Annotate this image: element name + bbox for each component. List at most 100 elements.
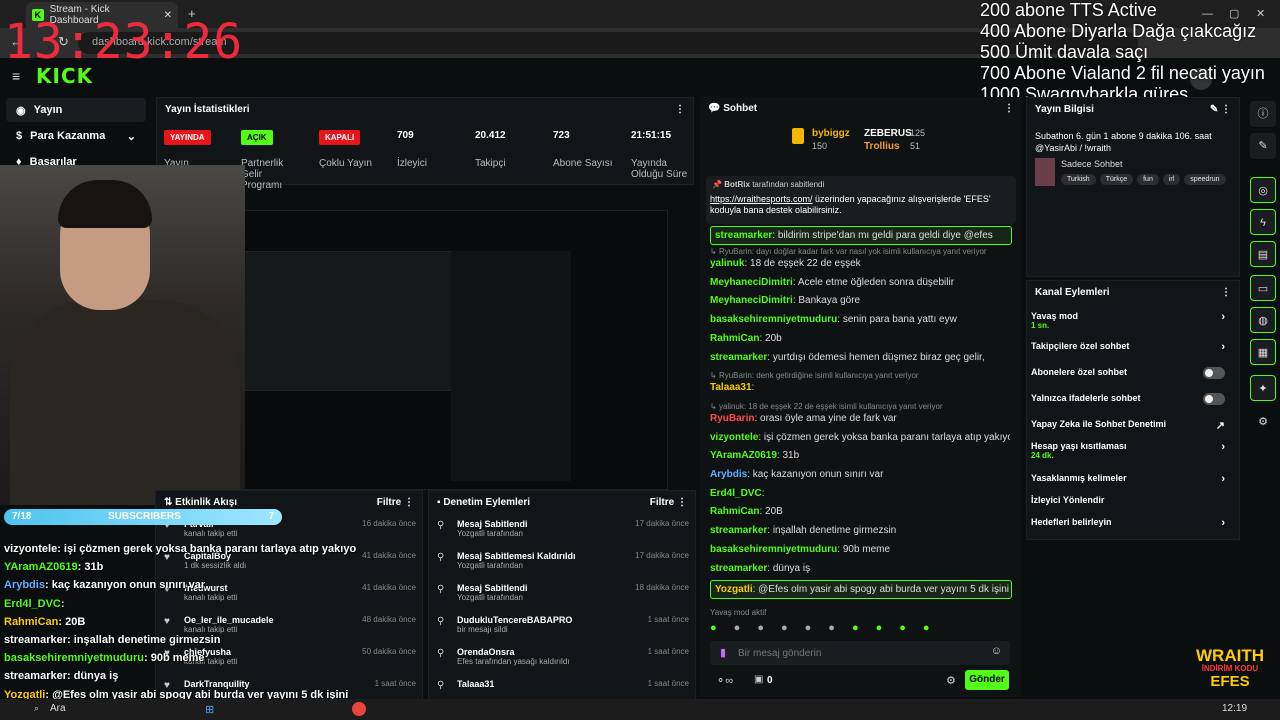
points-icon[interactable]: ⚬∞	[716, 674, 733, 687]
chat-message[interactable]: MeyhaneciDimitri: Bankaya göre	[710, 294, 1010, 307]
chat-username[interactable]: MeyhaneciDimitri	[710, 295, 793, 306]
tag[interactable]: Türkçe	[1099, 174, 1134, 185]
category-name[interactable]: Sadece Sohbet	[1061, 159, 1123, 169]
filter-button[interactable]: Filtre	[377, 497, 401, 508]
chat-username[interactable]: streamarker	[710, 525, 767, 536]
channel-action[interactable]: İzleyici Yönlendir	[1031, 495, 1235, 505]
toggle-switch[interactable]	[1203, 367, 1225, 379]
tag[interactable]: speedrun	[1184, 174, 1226, 185]
channel-action[interactable]: Yavaş mod 1 sn. ›	[1031, 311, 1235, 330]
emote-icon[interactable]: ●	[781, 622, 788, 636]
chat-message[interactable]: Talaaa31:	[710, 381, 1010, 394]
feed-item[interactable]: ⚲ OrendaOnsra Efes tarafından yasağı kaldı…	[437, 647, 689, 666]
filter-button[interactable]: Filtre	[650, 497, 674, 508]
chat-message[interactable]: vizyontele: işi çözmen gerek yoksa banka…	[710, 431, 1010, 444]
feed-item[interactable]: ⚲ Talaaa31 1 saat önce	[437, 679, 689, 691]
info-icon[interactable]: ⓘ	[1250, 101, 1276, 127]
chat-message[interactable]: RyuBarin: orası öyle ama yine de fark va…	[710, 412, 1010, 425]
pinned-link[interactable]: https://wraithesports.com/	[710, 194, 813, 204]
feed-item[interactable]: ♥ DarkTranquility 1 saat önce	[164, 679, 416, 691]
chat-username[interactable]: RahmiCan	[710, 333, 759, 344]
gift-icon[interactable]: ▣	[754, 674, 763, 685]
chat-message[interactable]: RahmiCan: 20b	[710, 332, 1010, 345]
feed-item[interactable]: ⚲ DudukluTencereBABAPRO bir mesajı sildi 1 …	[437, 615, 689, 634]
channel-action[interactable]: Yapay Zeka ile Sohbet Denetimi ↗	[1031, 419, 1235, 432]
feed-item[interactable]: ♥ Oe_ler_ile_mucadele kanalı takip etti 48 …	[164, 615, 416, 634]
chat-username[interactable]: YAramAZ0619	[710, 450, 777, 461]
feed-item[interactable]: ⚲ Mesaj Sabitlendi Yozgatli tarafından 17 d…	[437, 519, 689, 538]
store-icon[interactable]: ▦	[1250, 339, 1276, 365]
chat-username[interactable]: basaksehiremniyetmuduru	[710, 314, 837, 325]
feed-item[interactable]: ♥ chiefyusha kanalı takip etti 50 dakika ön…	[164, 647, 416, 666]
chat-message[interactable]: streamarker: dünya iş	[710, 562, 1010, 575]
chrome-icon[interactable]	[352, 702, 366, 716]
taskbar-search[interactable]: Ara	[50, 703, 66, 714]
channel-action[interactable]: Yalnızca ifadelerle sohbet	[1031, 393, 1235, 405]
emote-icon[interactable]: ●	[757, 622, 764, 636]
emoji-icon[interactable]: ☺	[991, 645, 1002, 657]
sidebar-item-monetization[interactable]: $ Para Kazanma ⌄	[6, 124, 146, 148]
search-icon[interactable]: ⌕	[34, 703, 39, 714]
emote-icon[interactable]: ●	[876, 622, 883, 636]
emote-icon[interactable]: ●	[734, 622, 741, 636]
chat-username[interactable]: streamarker	[710, 352, 767, 363]
feed-item[interactable]: ⚲ Mesaj Sabitlendi Yozgatli tarafından 18 d…	[437, 583, 689, 602]
chat-input[interactable]	[738, 645, 978, 661]
emote-icon[interactable]: ●	[923, 622, 930, 636]
menu-icon[interactable]: ≡	[12, 68, 20, 84]
chat-message[interactable]: streamarker: inşallah denetime girmezsin	[710, 524, 1010, 537]
more-icon[interactable]: ⋮	[675, 104, 685, 115]
more-icon[interactable]: ⋮	[1004, 103, 1014, 114]
chat-username[interactable]: streamarker	[715, 230, 772, 241]
chat-username[interactable]: RyuBarin	[710, 413, 754, 424]
pinned-message[interactable]: 📌 BotRix tarafından sabitlendi https://w…	[706, 176, 1016, 224]
chat-username[interactable]: yalinuk	[710, 258, 744, 269]
pencil-icon[interactable]: ✎	[1250, 133, 1276, 159]
toggle-switch[interactable]	[1203, 393, 1225, 405]
chat-username[interactable]: Yozgatli	[715, 584, 753, 595]
more-icon[interactable]: ⋮	[1221, 287, 1231, 298]
chat-message[interactable]: Erd4l_DVC:	[710, 487, 1010, 500]
chat-message[interactable]: streamarker: yurtdışı ödemesi hemen düşm…	[710, 351, 1010, 364]
gear-icon[interactable]: ⚙	[946, 674, 956, 687]
channel-action[interactable]: Yasaklanmış kelimeler ›	[1031, 473, 1235, 485]
chat-message[interactable]: streamarker: bildirim stripe'dan mı geld…	[710, 226, 1012, 245]
channel-action[interactable]: Hesap yaşı kısıtlaması 24 dk. ›	[1031, 441, 1235, 460]
chat-username[interactable]: basaksehiremniyetmuduru	[710, 544, 837, 555]
tag[interactable]: irl	[1162, 174, 1181, 185]
emote-icon[interactable]: ●	[710, 622, 717, 636]
chat-username[interactable]: RahmiCan	[710, 506, 759, 517]
edit-icon[interactable]: ✎ ⋮	[1210, 104, 1231, 115]
chat-message[interactable]: yalinuk: 18 de eşşek 22 de eşşek	[710, 257, 1010, 270]
chat-username[interactable]: MeyhaneciDimitri	[710, 277, 793, 288]
send-button[interactable]: Gönder	[965, 670, 1009, 690]
chat-message[interactable]: Arybdis: kaç kazanıyon onun sınırı var	[710, 468, 1010, 481]
settings-icon[interactable]: ⚙	[1250, 409, 1276, 435]
chat-message[interactable]: RahmiCan: 20B	[710, 505, 1010, 518]
sidebar-item-stream[interactable]: ◉ Yayın	[6, 98, 146, 122]
chat-message[interactable]: MeyhaneciDimitri: Acele etme öğleden son…	[710, 276, 1010, 289]
emote-icon[interactable]: ●	[899, 622, 906, 636]
chat-input-box[interactable]: ▮ ☺	[710, 641, 1010, 665]
emote-icon[interactable]: ●	[852, 622, 859, 636]
document-icon[interactable]: ▤	[1250, 241, 1276, 267]
broadcast-icon[interactable]: ◍	[1250, 307, 1276, 333]
camera-icon[interactable]: ◎	[1250, 177, 1276, 203]
microphone-icon[interactable]: ▮	[720, 646, 726, 659]
emote-icon[interactable]: ●	[828, 622, 835, 636]
windows-icon[interactable]: ⊞	[205, 703, 214, 716]
chat-message[interactable]: basaksehiremniyetmuduru: senin para bana…	[710, 313, 1010, 326]
chat-username[interactable]: streamarker	[710, 563, 767, 574]
chat-message[interactable]: Yozgatli: @Efes olm yasir abi spogy abi …	[710, 580, 1012, 600]
chat-username[interactable]: vizyontele	[710, 432, 758, 443]
chat-bubble-icon[interactable]: ▭	[1250, 275, 1276, 301]
wrench-icon[interactable]: ✦	[1250, 375, 1276, 401]
tag[interactable]: Turkish	[1061, 174, 1096, 185]
stream-preview[interactable]	[178, 210, 668, 490]
chat-username[interactable]: Talaaa31	[710, 382, 752, 393]
emote-icon[interactable]: ●	[805, 622, 812, 636]
tag[interactable]: fun	[1137, 174, 1159, 185]
chat-username[interactable]: Erd4l_DVC	[710, 488, 762, 499]
channel-action[interactable]: Takipçilere özel sohbet ›	[1031, 341, 1235, 353]
chat-message[interactable]: basaksehiremniyetmuduru: 90b meme	[710, 543, 1010, 556]
